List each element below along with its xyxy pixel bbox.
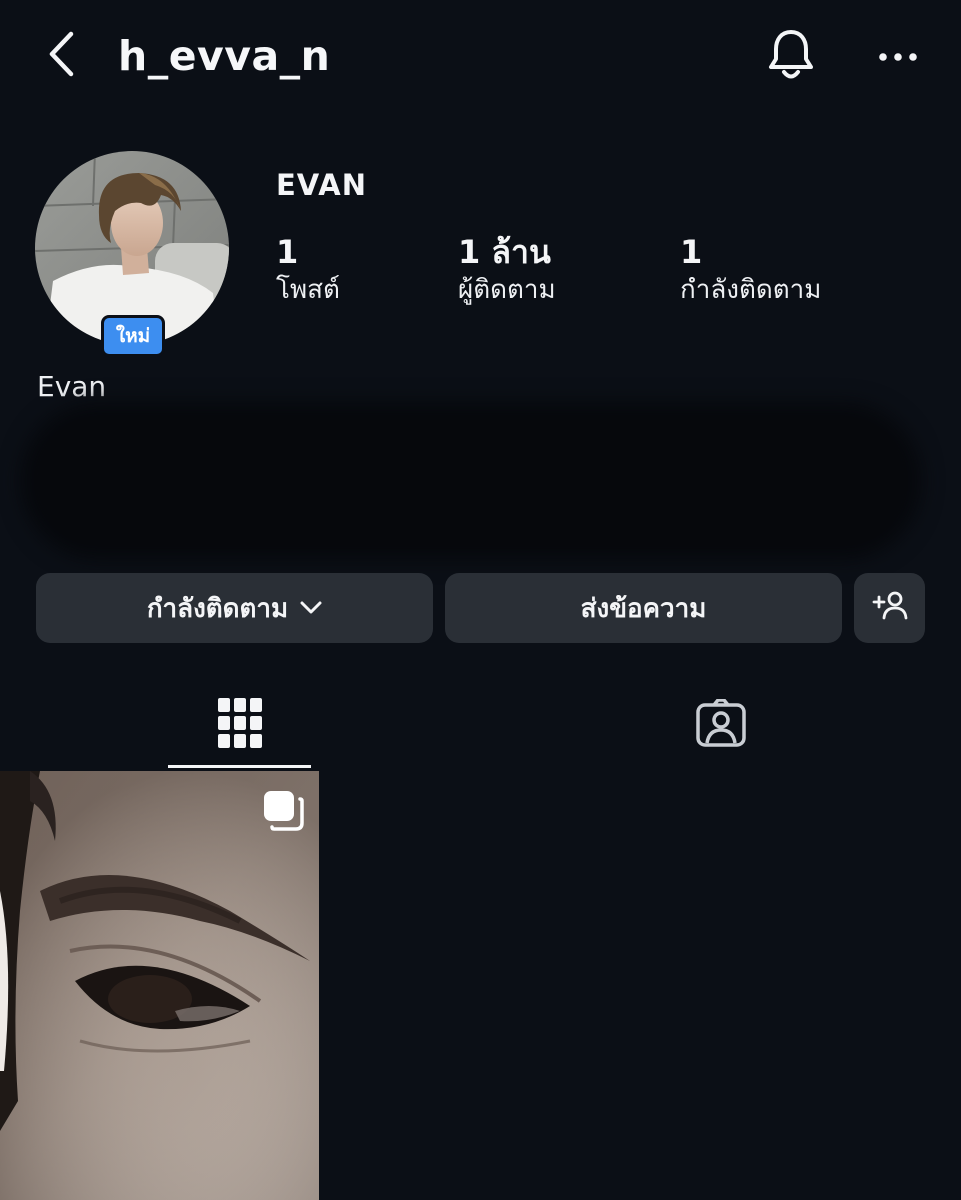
profile-full-name: Evan <box>37 370 107 403</box>
followers-count: 1 ล้าน <box>458 233 551 271</box>
more-options-button[interactable] <box>872 36 924 76</box>
posts-stat[interactable]: 1 โพสต์ <box>276 232 340 308</box>
tab-tagged[interactable] <box>649 680 792 770</box>
more-horizontal-icon <box>878 47 918 66</box>
chevron-down-icon <box>300 601 322 615</box>
multiple-posts-icon <box>262 789 304 831</box>
suggest-people-button[interactable] <box>854 573 925 643</box>
following-button-label: กำลังติดตาม <box>146 593 289 624</box>
followers-label: ผู้ติดตาม <box>458 275 556 305</box>
profile-username: h_evva_n <box>118 32 331 80</box>
display-name: EVAN <box>276 168 367 202</box>
active-tab-indicator <box>168 765 311 768</box>
posts-label: โพสต์ <box>276 275 340 305</box>
new-badge: ใหม่ <box>101 315 165 357</box>
profile-header: h_evva_n <box>0 0 961 112</box>
following-stat[interactable]: 1 กำลังติดตาม <box>680 232 821 308</box>
message-button-label: ส่งข้อความ <box>580 593 707 624</box>
followers-stat[interactable]: 1 ล้าน ผู้ติดตาม <box>458 232 556 308</box>
tagged-icon <box>695 698 746 751</box>
back-button[interactable] <box>40 30 84 82</box>
following-button[interactable]: กำลังติดตาม <box>36 573 433 643</box>
grid-icon <box>217 698 262 752</box>
bio-redacted-area <box>20 402 922 560</box>
posts-count: 1 <box>276 233 299 271</box>
following-label: กำลังติดตาม <box>680 275 822 305</box>
add-person-icon <box>872 590 908 627</box>
profile-tabs <box>0 680 961 770</box>
tab-posts-grid[interactable] <box>168 680 311 770</box>
following-count: 1 <box>680 233 703 271</box>
notifications-button[interactable] <box>762 28 820 86</box>
chevron-left-icon <box>47 30 77 82</box>
post-thumbnail[interactable] <box>0 771 319 1200</box>
profile-avatar-container: ใหม่ <box>35 151 229 357</box>
bell-icon <box>766 27 816 87</box>
message-button[interactable]: ส่งข้อความ <box>445 573 842 643</box>
